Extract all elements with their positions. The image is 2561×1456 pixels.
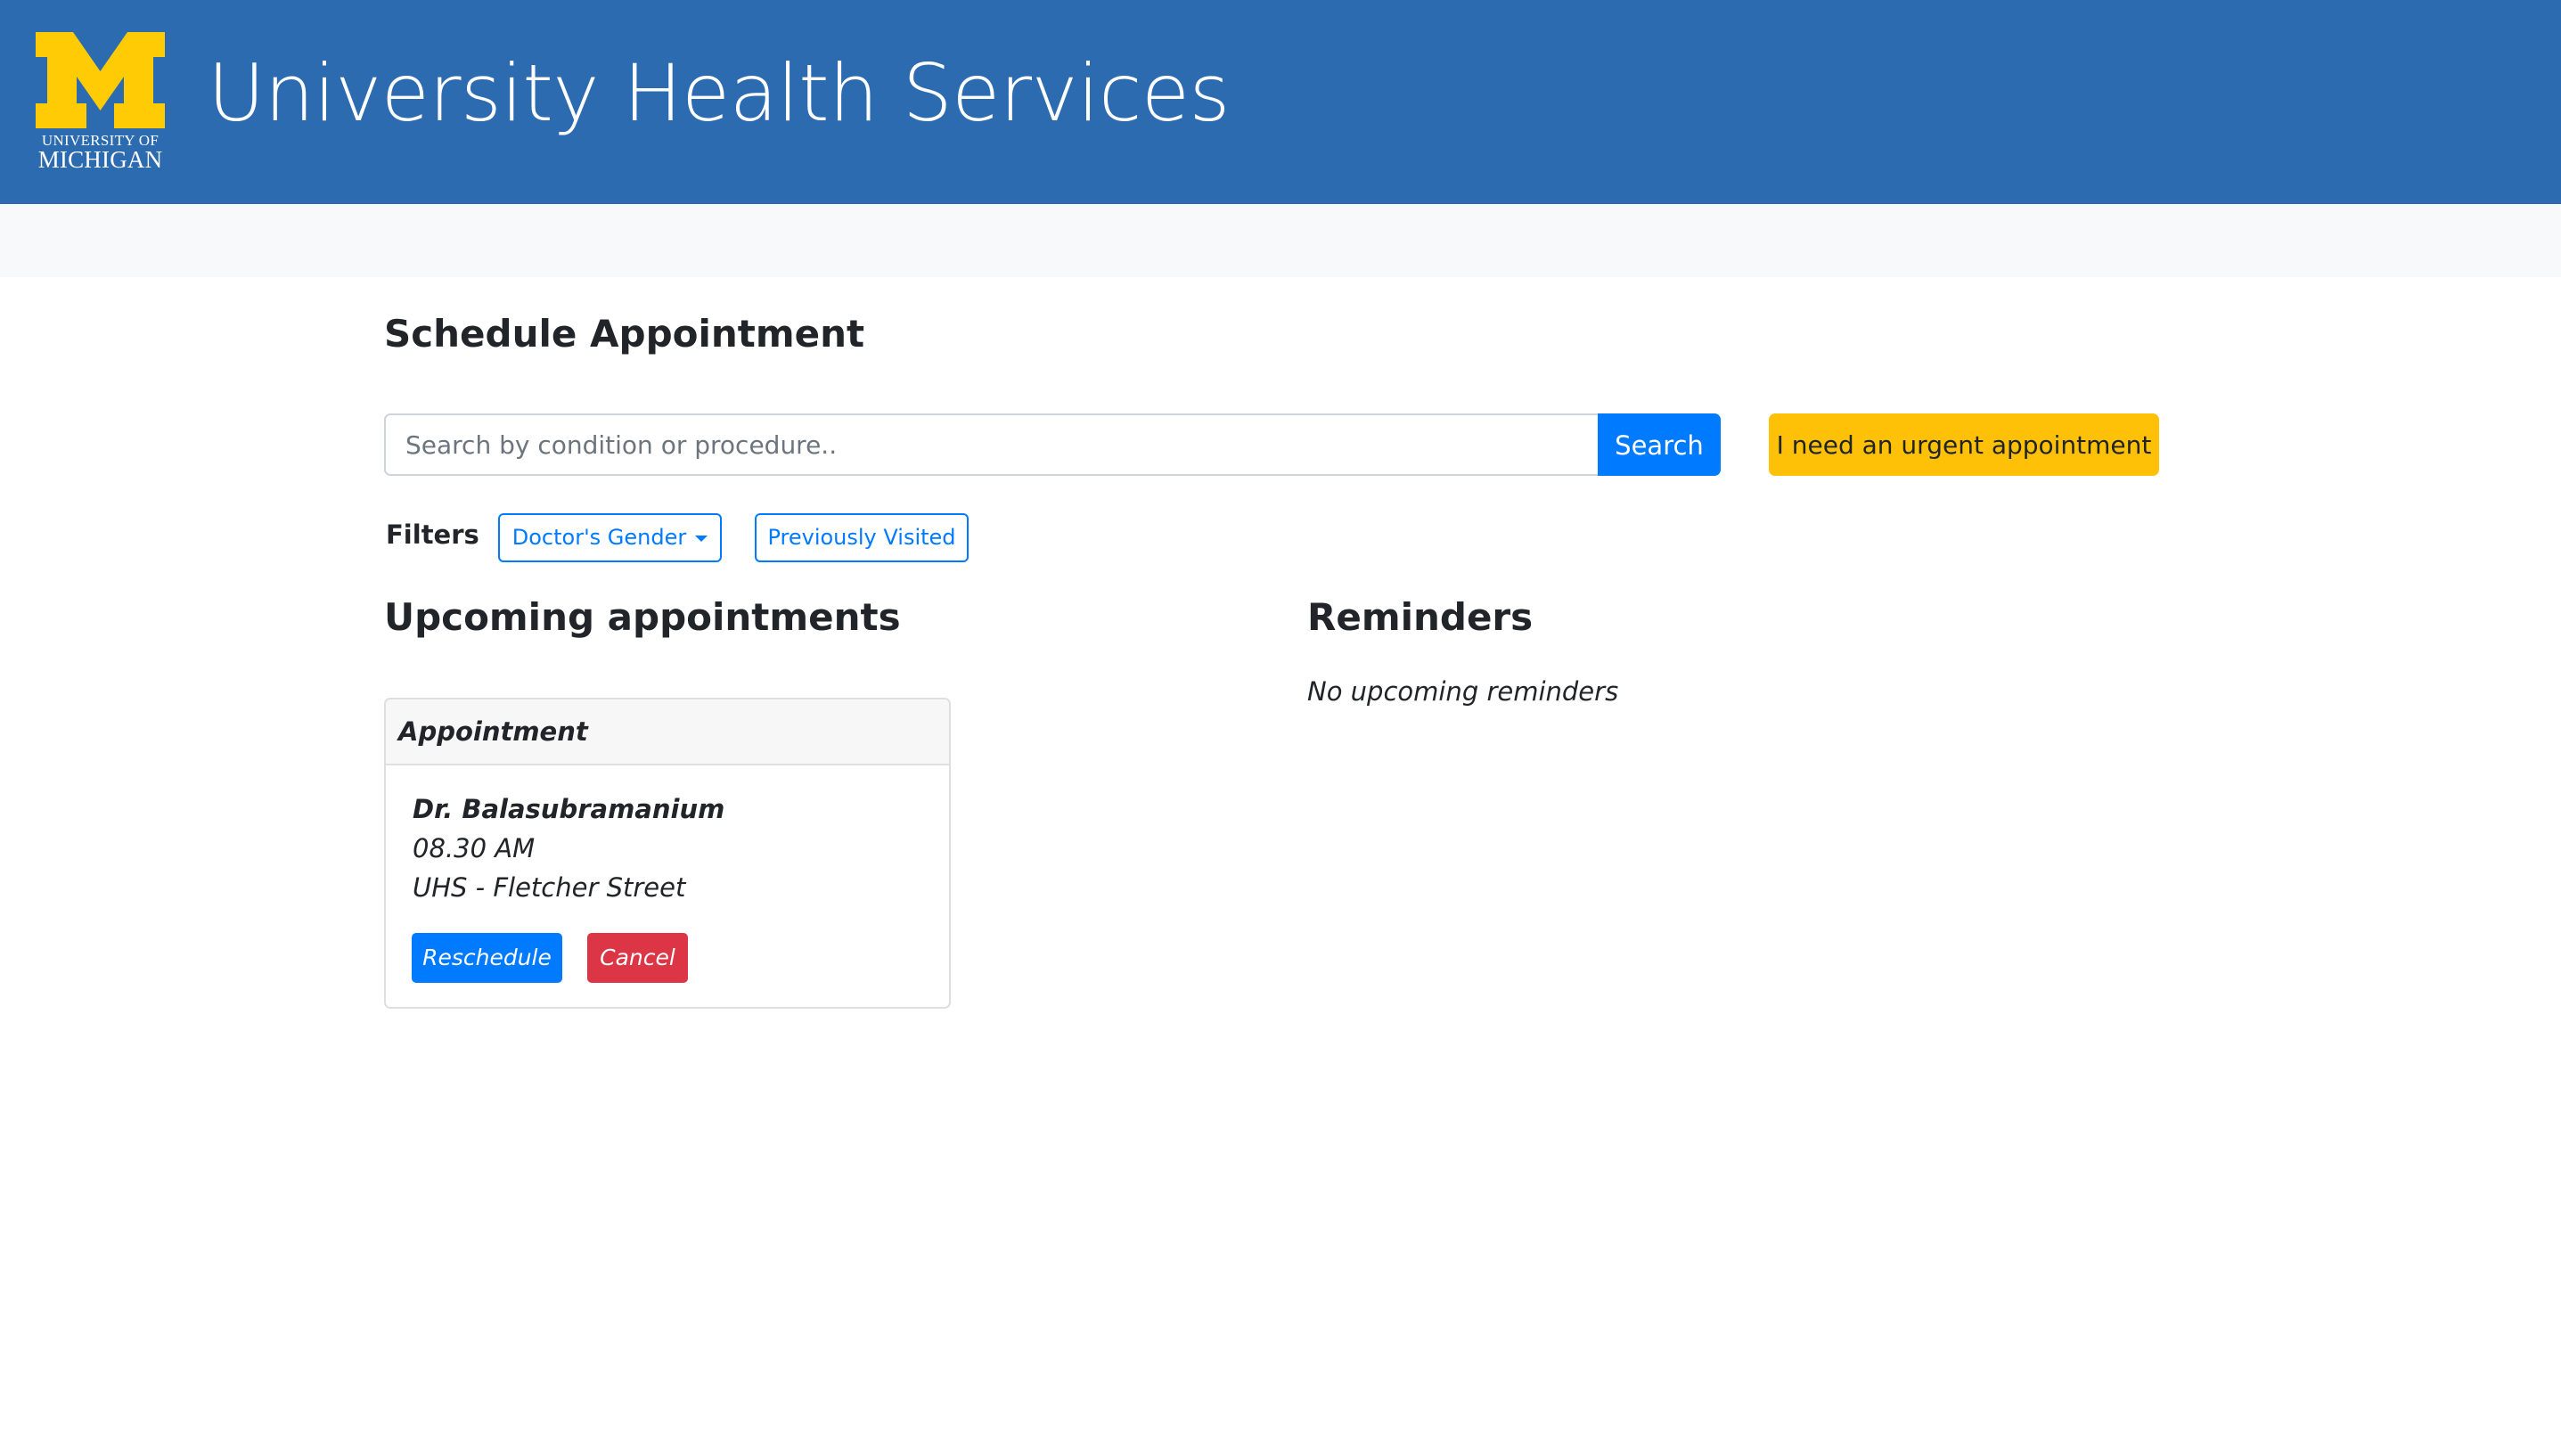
no-reminders-text: No upcoming reminders xyxy=(1307,676,1619,707)
page-title: Schedule Appointment xyxy=(384,312,865,356)
appointment-location: UHS - Fletcher Street xyxy=(413,872,686,903)
caret-down-icon xyxy=(695,535,708,542)
urgent-appointment-button[interactable]: I need an urgent appointment xyxy=(1769,413,2159,476)
reminders-heading: Reminders xyxy=(1307,595,1534,639)
sub-navigation-bar xyxy=(0,204,2561,277)
doctor-gender-filter-label: Doctor's Gender xyxy=(511,525,687,550)
logo-text-line2: MICHIGAN xyxy=(37,146,163,173)
previously-visited-filter-button[interactable]: Previously Visited xyxy=(755,513,969,562)
appointment-time: 08.30 AM xyxy=(413,833,536,863)
search-input[interactable] xyxy=(384,413,1599,476)
university-of-michigan-logo[interactable]: UNIVERSITY OF MICHIGAN xyxy=(36,32,165,173)
appointment-card: Appointment Dr. Balasubramanium 08.30 AM… xyxy=(384,698,951,1009)
cancel-appointment-button[interactable]: Cancel xyxy=(587,933,688,983)
search-button[interactable]: Search xyxy=(1598,413,1721,476)
site-title[interactable]: University Health Services xyxy=(208,45,1230,143)
filters-label: Filters xyxy=(386,519,479,550)
upcoming-appointments-heading: Upcoming appointments xyxy=(384,595,901,639)
appointment-card-header: Appointment xyxy=(386,699,949,765)
doctor-gender-filter-dropdown[interactable]: Doctor's Gender xyxy=(498,513,722,562)
reschedule-button[interactable]: Reschedule xyxy=(412,933,562,983)
block-m-icon xyxy=(36,32,165,128)
site-header: UNIVERSITY OF MICHIGAN University Health… xyxy=(0,0,2561,204)
appointment-doctor-name: Dr. Balasubramanium xyxy=(413,794,725,824)
